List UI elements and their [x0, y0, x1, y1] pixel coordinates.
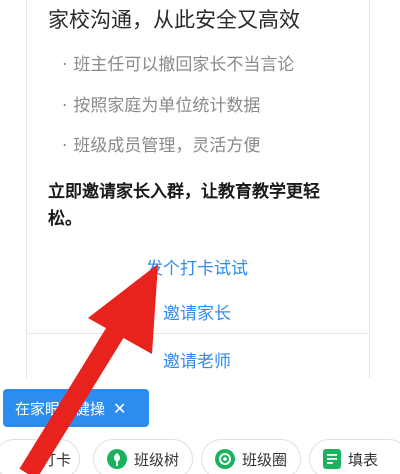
form-icon — [322, 448, 342, 470]
bottom-item-label: 班级圈 — [242, 450, 288, 469]
invite-cta-text: 立即邀请家长入群，让教育教学更轻松。 — [48, 182, 320, 229]
bottom-item-label: 班级树 — [134, 450, 180, 469]
invite-teachers-link[interactable]: 邀请老师 — [26, 347, 368, 372]
bullet-text: 班级成员管理，灵活方便 — [73, 136, 261, 156]
bottom-item-label: 填表 — [348, 450, 379, 469]
bottom-item-label: 打卡 — [41, 450, 72, 469]
bullet-dot: · — [62, 55, 68, 75]
chip-label: 在家眼保健操 — [15, 399, 106, 418]
close-icon[interactable]: ✕ — [113, 399, 126, 418]
feature-bullet: · 班级成员管理，灵活方便 — [62, 131, 260, 156]
bottom-item-checkin[interactable]: 打卡 — [0, 439, 80, 474]
bullet-dot: · — [62, 136, 68, 156]
bullet-dot: · — [62, 96, 68, 116]
bottom-item-class-tree[interactable]: 班级树 — [93, 439, 193, 474]
bottom-item-class-circle[interactable]: 班级圈 — [201, 439, 301, 474]
bottom-item-form[interactable]: 填表 — [309, 439, 400, 474]
circle-icon — [214, 448, 236, 470]
eye-exercise-chip[interactable]: 在家眼保健操 ✕ — [3, 389, 149, 427]
bullet-text: 按照家庭为单位统计数据 — [73, 96, 261, 116]
tree-icon — [106, 448, 128, 470]
try-checkin-link[interactable]: 发个打卡试试 — [26, 254, 368, 279]
divider — [26, 333, 368, 334]
bullet-text: 班主任可以撤回家长不当言论 — [73, 55, 295, 75]
invite-parents-link[interactable]: 邀请家长 — [26, 299, 368, 324]
feature-bullet: · 班主任可以撤回家长不当言论 — [62, 50, 294, 75]
feature-bullet: · 按照家庭为单位统计数据 — [62, 91, 260, 116]
card-heading: 家校沟通，从此安全又高效 — [48, 8, 300, 32]
